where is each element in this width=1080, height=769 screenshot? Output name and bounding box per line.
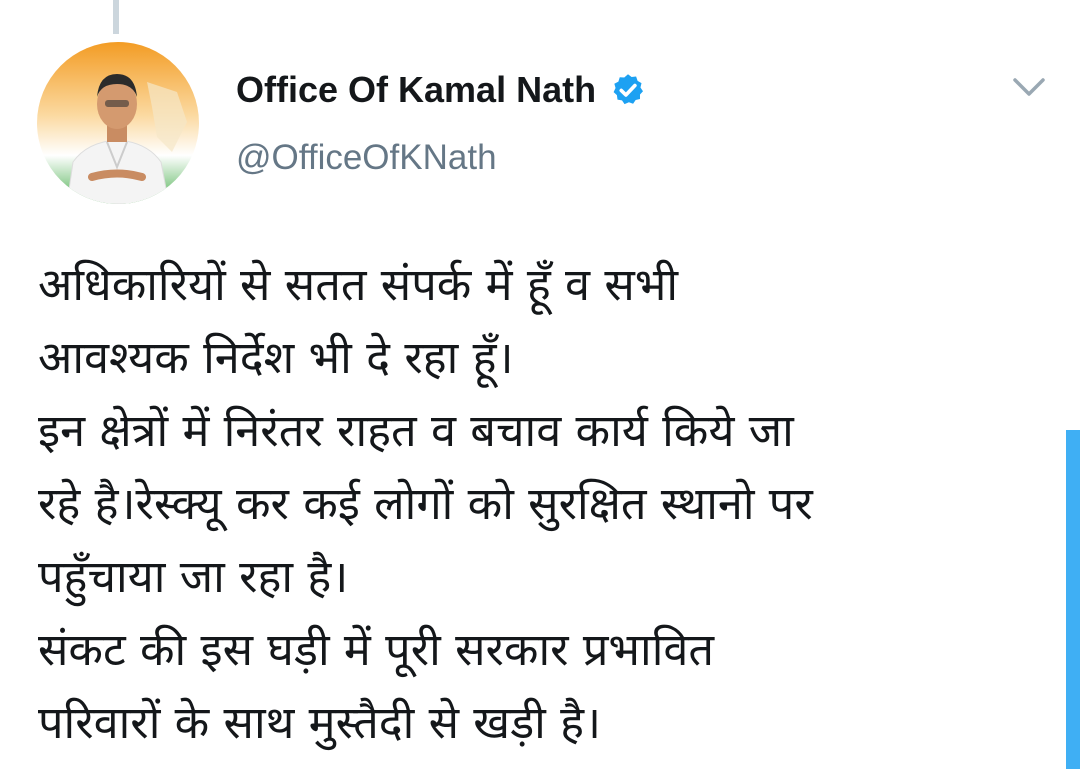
tweet-text-line: संकट की इस घड़ी में पूरी सरकार प्रभावित bbox=[38, 623, 715, 676]
tweet-text-line: पहुँचाया जा रहा है। bbox=[38, 550, 349, 603]
verified-badge-icon bbox=[610, 72, 646, 108]
profile-photo-icon bbox=[37, 42, 199, 204]
tweet-text-line: परिवारों के साथ मुस्तैदी से खड़ी है। bbox=[38, 696, 602, 749]
author-name-row[interactable]: Office Of Kamal Nath bbox=[236, 64, 646, 116]
author-avatar[interactable] bbox=[37, 42, 199, 204]
thread-connector-line bbox=[113, 0, 119, 34]
tweet-body: अधिकारियों से सतत संपर्क में हूँ व सभी आ… bbox=[38, 248, 1038, 759]
chevron-down-icon[interactable] bbox=[1010, 72, 1048, 102]
tweet-text-line: अधिकारियों से सतत संपर्क में हूँ व सभी bbox=[38, 258, 679, 311]
scrollbar-thumb[interactable] bbox=[1066, 430, 1080, 769]
tweet-text-line: रहे है।रेस्क्यू कर कई लोगों को सुरक्षित … bbox=[38, 477, 813, 530]
tweet-text-line: आवश्यक निर्देश भी दे रहा हूँ। bbox=[38, 331, 514, 384]
author-handle[interactable]: @OfficeOfKNath bbox=[236, 138, 497, 178]
tweet-text-line: इन क्षेत्रों में निरंतर राहत व बचाव कार्… bbox=[38, 404, 794, 457]
author-display-name[interactable]: Office Of Kamal Nath bbox=[236, 69, 596, 111]
